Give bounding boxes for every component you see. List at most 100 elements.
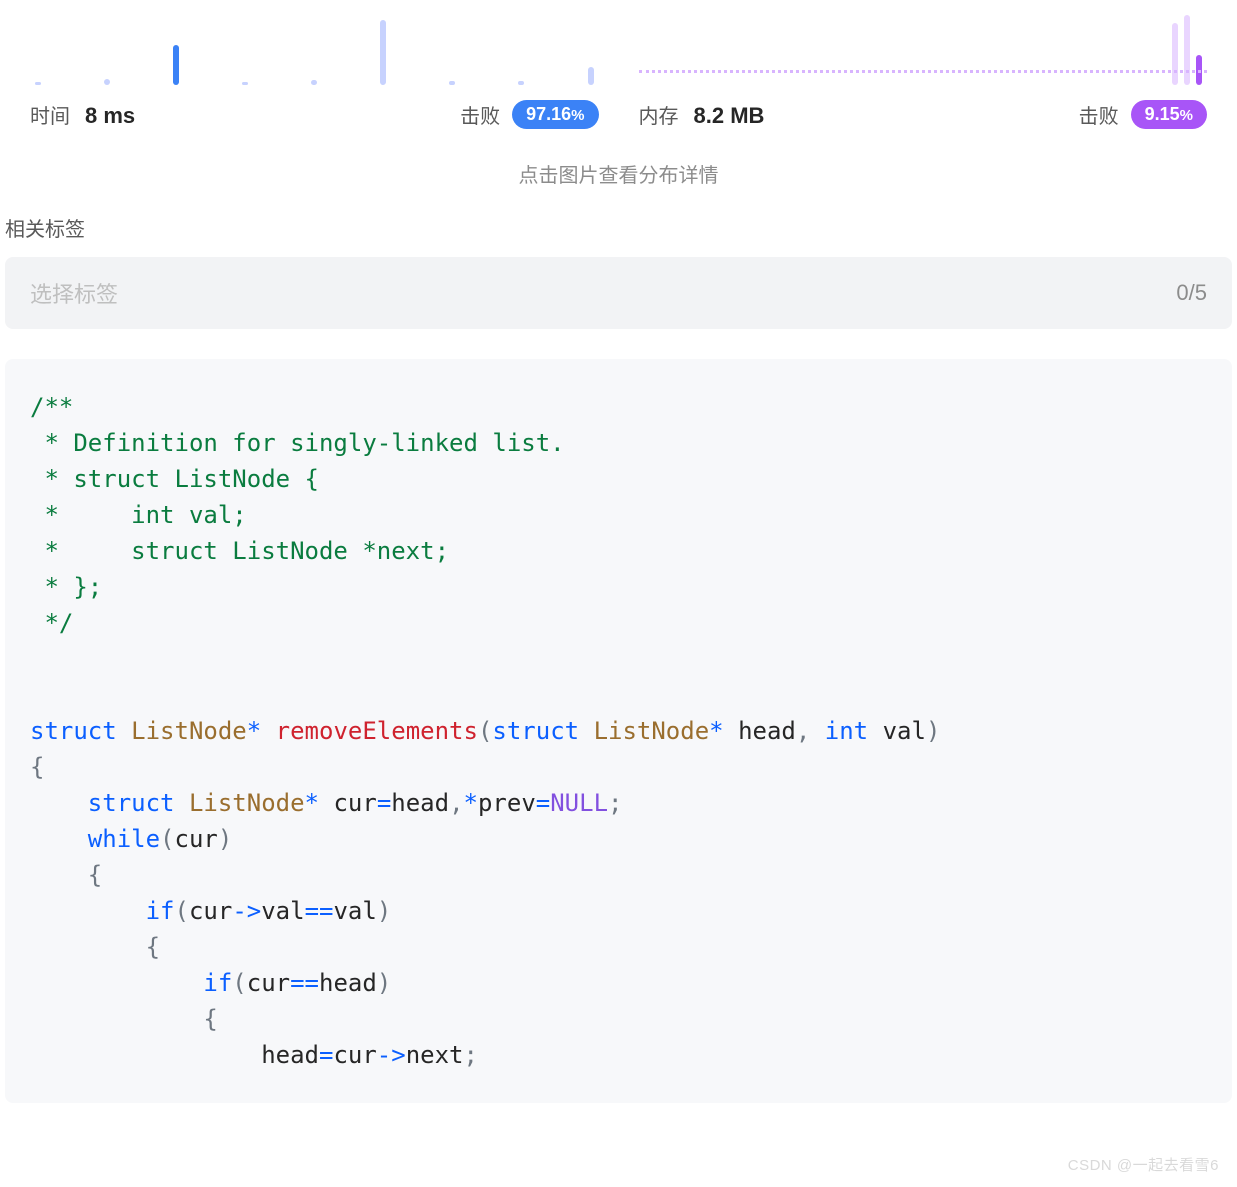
bar	[242, 82, 248, 85]
op: ->	[377, 1041, 406, 1069]
op: *	[464, 789, 478, 817]
punc: (	[232, 969, 246, 997]
punc: )	[377, 897, 391, 925]
chart-hint: 点击图片查看分布详情	[0, 129, 1237, 213]
bar	[104, 79, 110, 85]
var: cur	[333, 1041, 376, 1069]
comment: /**	[30, 393, 73, 421]
time-beats-badge: 97.16%	[512, 100, 598, 129]
punc: (	[160, 825, 174, 853]
fn: removeElements	[276, 717, 478, 745]
op: ==	[290, 969, 319, 997]
var: val	[333, 897, 376, 925]
charts-row	[0, 0, 1237, 85]
type: ListNode	[594, 717, 710, 745]
punc: ,	[796, 717, 810, 745]
punc: )	[377, 969, 391, 997]
tag-count: 0/5	[1176, 280, 1207, 306]
punc: {	[88, 861, 102, 889]
punc: {	[30, 753, 44, 781]
type: ListNode	[189, 789, 305, 817]
time-value: 8 ms	[85, 103, 135, 129]
kw: struct	[88, 789, 175, 817]
runtime-bars	[30, 10, 599, 85]
var: head	[391, 789, 449, 817]
beats-label: 击败	[1079, 100, 1119, 129]
op: =	[536, 789, 550, 817]
beats-label: 击败	[460, 100, 500, 129]
stats-row: 时间 8 ms 击败 97.16% 内存 8.2 MB 击败 9.15%	[0, 85, 1237, 129]
punc: {	[203, 1005, 217, 1033]
code-block: /** * Definition for singly-linked list.…	[5, 359, 1232, 1103]
bar	[35, 82, 41, 85]
memory-value: 8.2 MB	[694, 103, 765, 129]
type: ListNode	[131, 717, 247, 745]
param: val	[883, 717, 926, 745]
bar-highlight	[173, 45, 179, 85]
var: cur	[333, 789, 376, 817]
stat-memory-right: 击败 9.15%	[1079, 100, 1207, 129]
memory-label: 内存	[639, 100, 679, 129]
bar	[588, 67, 594, 85]
kw: struct	[492, 717, 579, 745]
bar	[449, 81, 455, 85]
param: head	[738, 717, 796, 745]
comment: * Definition for singly-linked list.	[30, 429, 565, 457]
pct-suffix: %	[571, 107, 584, 124]
var: head	[261, 1041, 319, 1069]
kw: if	[146, 897, 175, 925]
punc: ;	[608, 789, 622, 817]
var: cur	[175, 825, 218, 853]
runtime-chart[interactable]	[30, 10, 599, 85]
op: =	[319, 1041, 333, 1069]
var: cur	[189, 897, 232, 925]
punc: )	[926, 717, 940, 745]
member: val	[261, 897, 304, 925]
time-beats-pct: 97.16	[526, 104, 571, 124]
time-label: 时间	[30, 100, 70, 129]
op: ==	[305, 897, 334, 925]
kw: struct	[30, 717, 117, 745]
punc: )	[218, 825, 232, 853]
memory-chart[interactable]	[639, 10, 1208, 85]
op: *	[709, 717, 723, 745]
bar	[1184, 15, 1190, 85]
punc: ;	[464, 1041, 478, 1069]
const: NULL	[550, 789, 608, 817]
stat-memory: 内存 8.2 MB 击败 9.15%	[639, 100, 1208, 129]
pct-suffix: %	[1180, 107, 1193, 124]
comment: * struct ListNode {	[30, 465, 319, 493]
comment: * struct ListNode *next;	[30, 537, 449, 565]
kw: int	[825, 717, 868, 745]
comment: * };	[30, 573, 102, 601]
op: ->	[232, 897, 261, 925]
memory-bars	[639, 10, 1208, 85]
tag-input[interactable]: 选择标签 0/5	[5, 257, 1232, 329]
tag-placeholder: 选择标签	[30, 277, 118, 309]
tags-section-label: 相关标签	[0, 213, 1237, 257]
op: *	[247, 717, 261, 745]
punc: {	[146, 933, 160, 961]
bar	[1172, 23, 1178, 85]
var: cur	[247, 969, 290, 997]
op: =	[377, 789, 391, 817]
member: next	[406, 1041, 464, 1069]
punc: (	[175, 897, 189, 925]
punc: (	[478, 717, 492, 745]
bar	[518, 81, 524, 85]
var: prev	[478, 789, 536, 817]
kw: while	[88, 825, 160, 853]
memory-beats-pct: 9.15	[1145, 104, 1180, 124]
stat-memory-left: 内存 8.2 MB	[639, 100, 765, 129]
stat-time: 时间 8 ms 击败 97.16%	[30, 100, 599, 129]
var: head	[319, 969, 377, 997]
bar	[311, 80, 317, 85]
watermark: CSDN @一起去看雪6	[1068, 1154, 1219, 1175]
punc: ,	[449, 789, 463, 817]
bar	[380, 20, 386, 85]
op: *	[305, 789, 319, 817]
stat-time-left: 时间 8 ms	[30, 100, 135, 129]
comment: * int val;	[30, 501, 247, 529]
memory-beats-badge: 9.15%	[1131, 100, 1207, 129]
kw: if	[203, 969, 232, 997]
